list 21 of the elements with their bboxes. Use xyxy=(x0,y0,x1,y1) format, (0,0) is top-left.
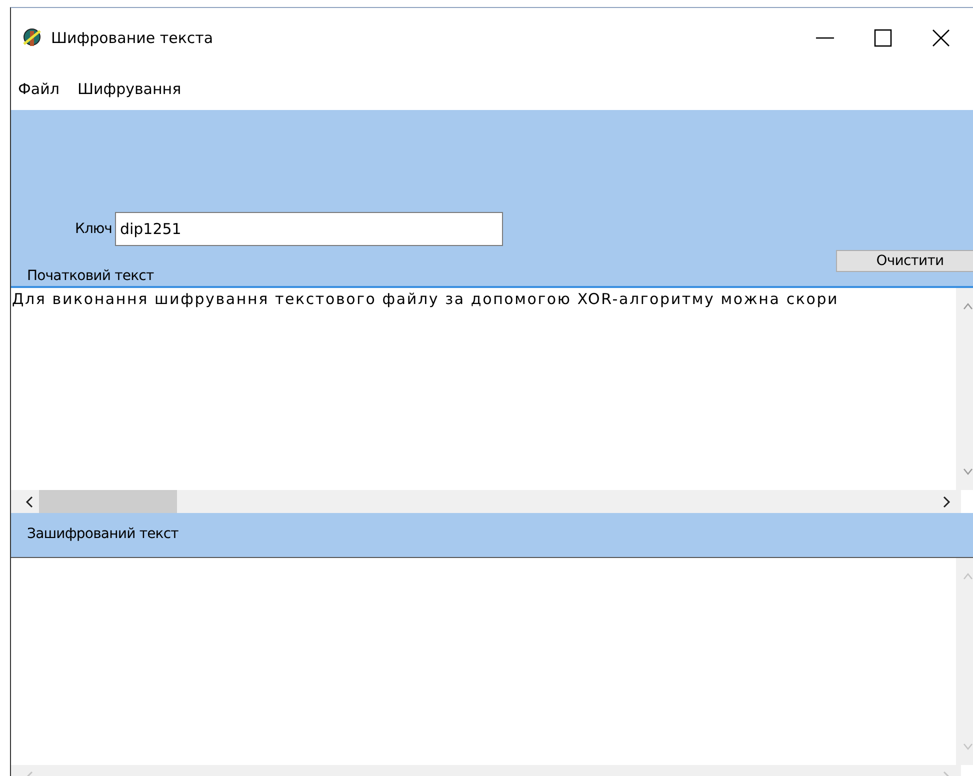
key-field[interactable]: dip1251 xyxy=(114,212,503,246)
scroll-down-icon[interactable] xyxy=(962,468,972,476)
source-label: Початковий текст xyxy=(27,268,154,286)
scroll-up-icon[interactable] xyxy=(962,302,972,310)
scroll-thumb[interactable] xyxy=(39,490,177,514)
encrypted-label: Зашифрований текст xyxy=(27,526,178,544)
close-icon[interactable] xyxy=(931,28,951,48)
scroll-up-icon[interactable] xyxy=(962,572,972,580)
scroll-left-icon[interactable] xyxy=(25,496,33,508)
maximize-icon[interactable] xyxy=(873,28,893,48)
vertical-scrollbar[interactable] xyxy=(956,558,973,765)
app-icon xyxy=(21,26,43,49)
scroll-right-icon[interactable] xyxy=(943,496,951,508)
clear-button[interactable]: Очистити xyxy=(836,250,973,272)
window-title: Шифрование текста xyxy=(51,28,214,47)
key-label: Ключ xyxy=(75,220,112,237)
vertical-scrollbar[interactable] xyxy=(956,288,973,490)
menu-item[interactable]: Шифрування xyxy=(70,80,188,98)
scroll-down-icon[interactable] xyxy=(962,743,972,751)
menu-item[interactable]: Файл xyxy=(11,80,66,98)
source-text-area[interactable]: Для виконання шифрування текстового файлу за допомогою XOR-алгоритму можна скори xyxy=(11,288,956,490)
